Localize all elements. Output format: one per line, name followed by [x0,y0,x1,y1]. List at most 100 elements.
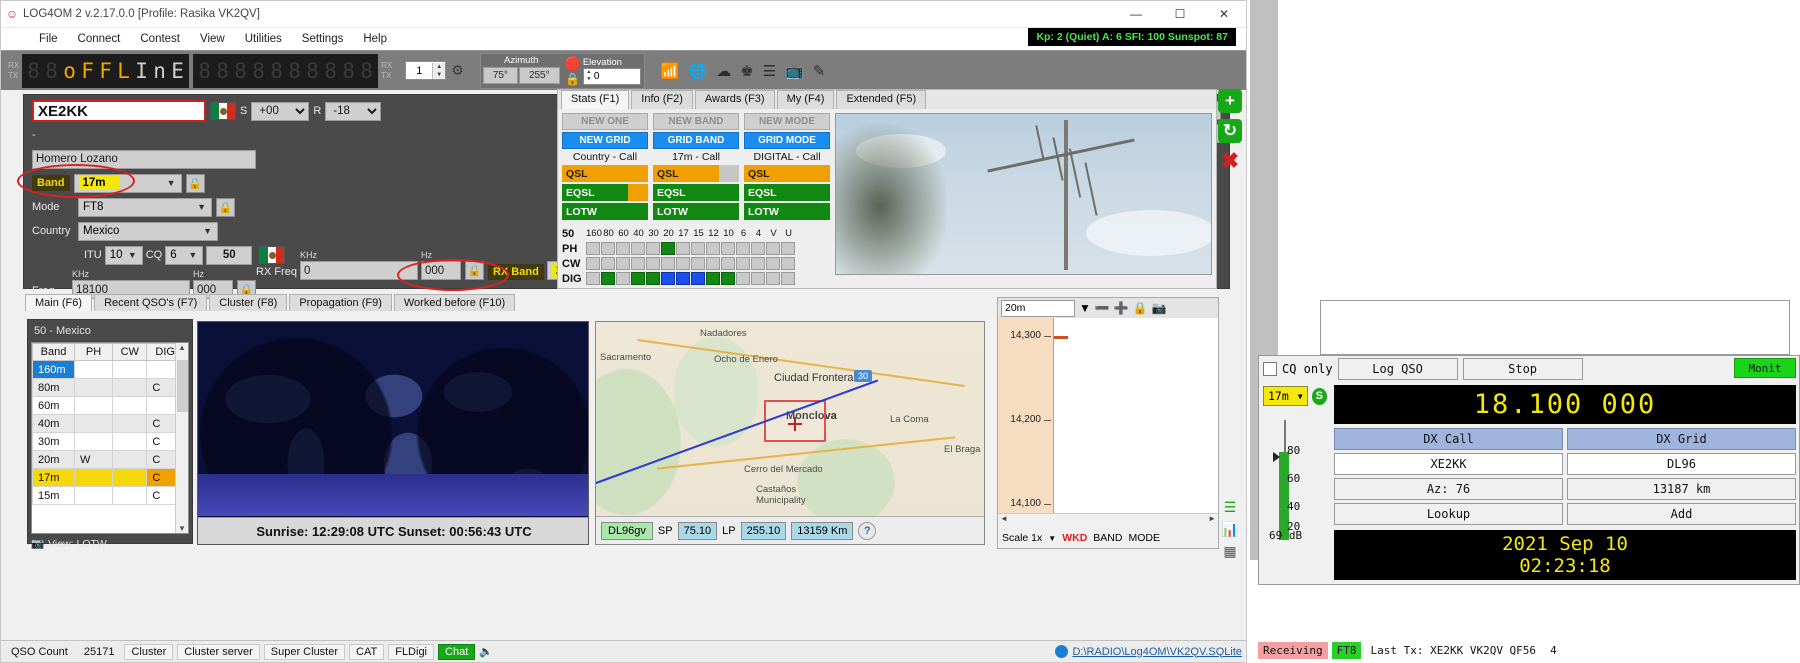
split-badge[interactable]: S [1311,387,1327,405]
mode-select[interactable]: FT8 ▼ [78,197,212,217]
matrix-cell[interactable] [751,242,765,255]
status-super-cluster[interactable]: Super Cluster [263,643,346,660]
lock-icon[interactable]: 🔒 [1133,301,1148,315]
matrix-cell[interactable] [751,272,765,285]
matrix-cell[interactable] [676,272,690,285]
pencil-icon[interactable]: ✎ [813,62,826,80]
matrix-cell[interactable] [586,242,600,255]
callsign-input[interactable] [32,100,206,122]
matrix-cell[interactable] [721,272,735,285]
menu-settings[interactable]: Settings [292,31,354,47]
sent-rst-select[interactable]: +00 [251,101,310,121]
table-row[interactable]: 20m W C [32,450,184,469]
monitor-button[interactable]: Monit [1734,358,1796,378]
matrix-cell[interactable] [661,242,675,255]
band-lock-icon[interactable]: 🔒 [185,173,205,193]
cq-select[interactable]: 6 ▼ [165,245,204,265]
scroll-right-icon[interactable]: ► [1206,514,1218,526]
refresh-circle-icon[interactable]: ↻ [1218,119,1242,143]
cq-only-checkbox[interactable] [1263,362,1277,376]
menu-utilities[interactable]: Utilities [235,31,292,47]
list-icon[interactable]: ☰ [1218,496,1242,518]
scale-label[interactable]: Scale 1x [1002,532,1042,544]
matrix-cell[interactable] [706,272,720,285]
matrix-cell[interactable] [601,257,615,270]
scrollbar-thumb[interactable] [177,360,188,412]
tab-info[interactable]: Info (F2) [631,90,693,109]
minimize-button[interactable]: — [1114,1,1158,27]
matrix-cell[interactable] [691,257,705,270]
matrix-cell[interactable] [766,272,780,285]
vfo-spin-arrows[interactable]: ▲ ▼ [432,62,446,79]
menu-contest[interactable]: Contest [130,31,190,47]
matrix-cell[interactable] [736,272,750,285]
close-button[interactable]: ✕ [1202,1,1246,27]
log-qso-button[interactable]: Log QSO [1337,358,1458,380]
globe-icon[interactable]: 🌐 [689,62,708,80]
stop-hand-icon[interactable]: 🛑 [565,56,581,72]
dx-call-header[interactable]: DX Call [1334,428,1563,450]
itu-select[interactable]: 10 ▼ [104,245,143,265]
menu-help[interactable]: Help [353,31,397,47]
speaker-icon[interactable]: 🔈 [479,645,493,658]
table-row[interactable]: 80m C [32,378,184,397]
plus-icon[interactable]: ➕ [1114,301,1129,315]
azimuth-long-path[interactable]: 255° [518,66,560,84]
matrix-cell[interactable] [691,242,705,255]
cluster-icon[interactable]: ☁ [716,62,731,80]
chevron-down-icon[interactable]: ▼ [1079,301,1091,315]
plus-circle-icon[interactable]: + [1218,89,1242,113]
tab-recent-qsos[interactable]: Recent QSO's (F7) [94,294,208,311]
matrix-cell[interactable] [586,257,600,270]
mode-lock-icon[interactable]: 🔒 [216,197,235,217]
grid-icon[interactable]: ▦ [1218,540,1242,562]
matrix-cell[interactable] [691,272,705,285]
tab-awards[interactable]: Awards (F3) [694,90,775,109]
scroll-left-icon[interactable]: ◄ [998,514,1010,526]
matrix-cell[interactable] [601,272,615,285]
status-cluster[interactable]: Cluster [124,643,174,660]
tab-extended[interactable]: Extended (F5) [836,90,927,109]
matrix-cell[interactable] [781,272,795,285]
crown-icon[interactable]: ♚ [740,62,753,80]
rx-freq-hz-input[interactable] [420,261,461,280]
cq-only-checkbox-group[interactable]: CQ only [1263,362,1333,376]
database-icon[interactable]: ☰ [763,62,776,80]
matrix-cell[interactable] [766,257,780,270]
matrix-cell[interactable] [661,272,675,285]
question-icon[interactable]: ? [858,521,877,540]
matrix-cell[interactable] [616,257,630,270]
matrix-cell[interactable] [781,242,795,255]
matrix-cell[interactable] [721,242,735,255]
table-row[interactable]: 30m C [32,432,184,451]
status-chat[interactable]: Chat [438,643,476,660]
tab-cluster[interactable]: Cluster (F8) [209,294,288,311]
menu-view[interactable]: View [190,31,235,47]
decode-list-area[interactable] [1320,300,1790,355]
band-select[interactable]: 17m ▼ [73,173,182,193]
dx-call-value[interactable]: XE2KK [1334,453,1563,475]
matrix-cell[interactable] [766,242,780,255]
scroll-up-icon[interactable]: ▲ [176,343,188,352]
matrix-cell[interactable] [631,257,645,270]
chart-icon[interactable]: 📊 [1218,518,1242,540]
country-select[interactable]: Mexico ▼ [78,221,218,241]
dxcc-number-field[interactable] [206,245,253,265]
matrix-cell[interactable] [661,257,675,270]
rx-freq-lock-icon[interactable]: 🔒 [464,261,484,280]
signal-icon[interactable]: 📶 [661,62,680,80]
add-button[interactable]: Add [1567,503,1796,525]
status-fldigi[interactable]: FLDigi [388,643,435,660]
location-map[interactable]: Nadadores Sacramento Ocho de Enero Cerro… [595,321,985,545]
table-row[interactable]: 17m C [32,468,184,487]
status-cluster-server[interactable]: Cluster server [177,643,260,660]
maximize-button[interactable]: ☐ [1158,1,1202,27]
vfo-input[interactable] [406,62,433,79]
close-x-icon[interactable]: ✖ [1218,148,1242,173]
dx-grid-value[interactable]: DL96 [1567,453,1796,475]
matrix-cell[interactable] [736,242,750,255]
table-row[interactable]: 60m [32,396,184,415]
tab-my[interactable]: My (F4) [776,90,835,109]
matrix-cell[interactable] [646,257,660,270]
camera-icon[interactable]: 📷 [31,537,44,550]
